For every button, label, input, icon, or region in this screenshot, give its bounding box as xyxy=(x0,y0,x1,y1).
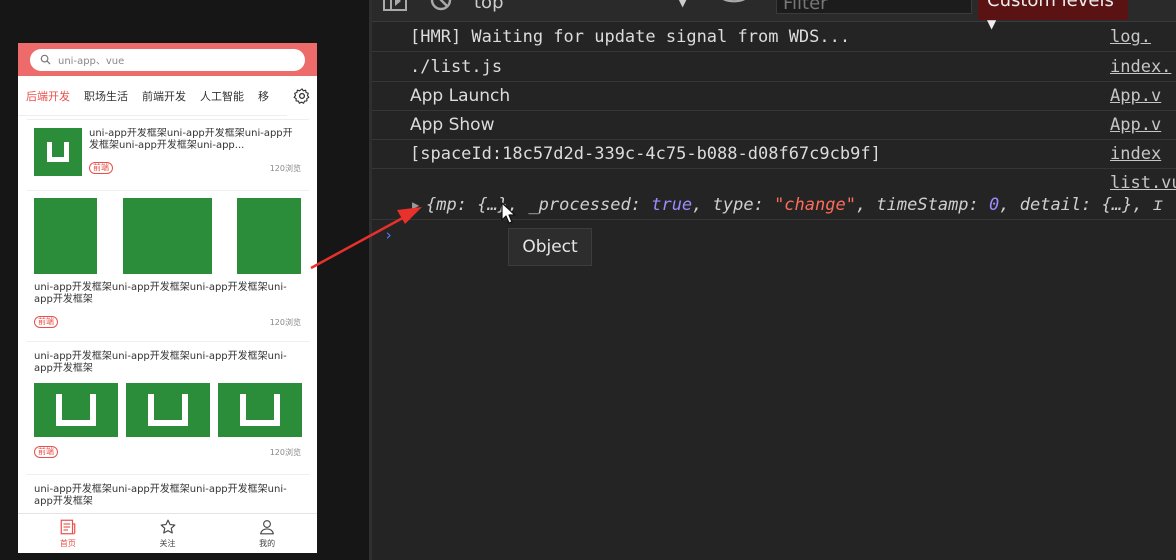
tab-ai[interactable]: 人工智能 xyxy=(200,88,244,104)
star-icon xyxy=(160,519,175,534)
card-thumbnail xyxy=(126,383,210,437)
log-message: [HMR] Waiting for update signal from WDS… xyxy=(410,27,851,47)
log-row: ./list.js index. xyxy=(372,53,1176,82)
console-prompt-icon[interactable]: › xyxy=(384,226,393,244)
log-source-link[interactable]: App.v xyxy=(1110,111,1161,139)
object-key: , detail: {…}, xyxy=(999,195,1153,215)
card-thumbnail xyxy=(34,128,82,176)
bottom-tab-bar: 首页 关注 我的 xyxy=(18,513,317,553)
log-row: App Launch App.v xyxy=(372,82,1176,111)
object-overflow: ɪ xyxy=(1152,195,1164,215)
search-input[interactable]: uni-app、vue xyxy=(30,48,305,71)
tabbar-item-home[interactable]: 首页 xyxy=(18,514,118,553)
tag-badge: 前端 xyxy=(34,446,58,458)
tabbar-label: 我的 xyxy=(259,539,276,548)
user-icon xyxy=(260,520,275,535)
log-message: [spaceId:18c57d2d-339c-4c75-b088-d08f67c… xyxy=(410,144,881,164)
card-thumbnail xyxy=(218,383,302,437)
home-news-icon xyxy=(60,519,76,535)
search-placeholder: uni-app、vue xyxy=(58,56,125,67)
log-row: [HMR] Waiting for update signal from WDS… xyxy=(372,23,1176,52)
log-message: App Show xyxy=(410,115,495,135)
phone-screen: uni-app、vue 后端开发 职场生活 前端开发 人工智能 移 uni-ap… xyxy=(18,43,317,553)
console-toolbar: top ▼ Filter Custom levels ▼ xyxy=(372,0,1176,31)
object-key: , _processed: xyxy=(507,195,652,215)
object-value: "change" xyxy=(774,195,856,215)
log-levels-dropdown[interactable]: Custom levels ▼ xyxy=(978,0,1128,31)
list-item[interactable]: uni-app开发框架uni-app开发框架uni-app开发框架uni-app… xyxy=(27,190,309,335)
view-count: 120浏览 xyxy=(269,448,301,457)
log-message: App Launch xyxy=(410,86,511,106)
log-message: ./list.js xyxy=(410,57,503,77)
card-title: uni-app开发框架uni-app开发框架uni-app开发框架uni-app… xyxy=(34,351,287,374)
tabbar-item-profile[interactable]: 我的 xyxy=(217,514,317,553)
object-log-row[interactable]: ▶ {mp: {…}, _processed: true, type: "cha… xyxy=(372,192,1176,220)
tab-settings-button[interactable] xyxy=(287,76,317,116)
card-title: uni-app开发框架uni-app开发框架uni-app开发框架uni-app… xyxy=(89,128,293,151)
tab-career[interactable]: 职场生活 xyxy=(84,88,128,104)
expand-triangle-icon[interactable]: ▶ xyxy=(412,192,419,218)
object-value: true xyxy=(651,195,693,215)
card-image xyxy=(123,198,212,274)
object-brace: { xyxy=(426,195,437,215)
log-source-link[interactable]: App.v xyxy=(1110,82,1161,110)
tab-mobile[interactable]: 移 xyxy=(258,88,269,104)
log-levels-label: Custom levels xyxy=(987,0,1114,11)
tabbar-label: 关注 xyxy=(159,539,176,548)
gear-icon xyxy=(293,88,310,104)
card-image xyxy=(237,198,301,274)
log-source-link[interactable]: index. xyxy=(1110,53,1171,81)
devtools-console: top ▼ Filter Custom levels ▼ [HMR] Waiti… xyxy=(372,0,1176,560)
card-title: uni-app开发框架uni-app开发框架uni-app开发框架uni-app… xyxy=(34,282,287,305)
search-icon xyxy=(40,54,51,65)
card-thumbnail xyxy=(34,383,118,437)
context-select[interactable]: top xyxy=(474,0,694,14)
app-header: uni-app、vue xyxy=(18,43,317,76)
eye-icon[interactable] xyxy=(718,0,750,12)
hover-tooltip: Object xyxy=(508,228,592,266)
object-key: , timeStamp: xyxy=(855,195,990,215)
simulator-pane: uni-app、vue 后端开发 职场生活 前端开发 人工智能 移 uni-ap… xyxy=(0,0,370,560)
clear-console-icon[interactable] xyxy=(428,0,454,14)
log-row: list.vu xyxy=(372,169,1176,193)
log-source-link[interactable]: log. xyxy=(1110,23,1151,51)
object-value: 0 xyxy=(989,195,1000,215)
tabbar-item-follow[interactable]: 关注 xyxy=(118,514,218,553)
tabbar-label: 首页 xyxy=(59,539,76,548)
category-tabs: 后端开发 职场生活 前端开发 人工智能 移 xyxy=(18,76,317,116)
tag-badge: 前端 xyxy=(89,162,113,174)
card-title: uni-app开发框架uni-app开发框架uni-app开发框架uni-app… xyxy=(34,484,287,507)
tab-frontend[interactable]: 前端开发 xyxy=(142,88,186,104)
filter-input[interactable]: Filter xyxy=(776,0,972,14)
sidebar-toggle-icon[interactable] xyxy=(382,0,410,14)
view-count: 120浏览 xyxy=(269,164,301,173)
view-count: 120浏览 xyxy=(269,318,301,327)
tab-backend[interactable]: 后端开发 xyxy=(26,88,70,104)
chevron-down-icon: ▼ xyxy=(678,0,688,9)
object-key: mp: xyxy=(436,195,478,215)
list-item[interactable]: uni-app开发框架uni-app开发框架uni-app开发框架uni-app… xyxy=(27,341,309,469)
list-item[interactable]: uni-app开发框架uni-app开发框架uni-app开发框架uni-app… xyxy=(27,119,309,183)
object-key: , type: xyxy=(692,195,775,215)
tag-badge: 前端 xyxy=(34,316,58,328)
log-row: [spaceId:18c57d2d-339c-4c75-b088-d08f67c… xyxy=(372,140,1176,169)
card-image xyxy=(34,198,97,274)
log-row: App Show App.v xyxy=(372,111,1176,140)
mouse-cursor-icon xyxy=(501,202,516,224)
log-source-link[interactable]: index xyxy=(1110,140,1161,168)
